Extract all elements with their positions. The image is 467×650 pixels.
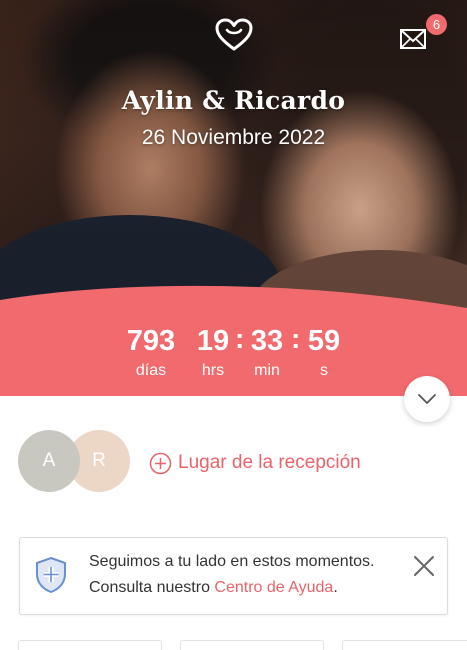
countdown-days-label: días: [135, 362, 167, 379]
countdown-seconds-label: s: [320, 362, 328, 379]
plus-circle-icon: [149, 452, 172, 474]
countdown-minutes: 33: [250, 325, 284, 357]
countdown-days: 793: [126, 325, 176, 357]
countdown-separator: :: [235, 323, 245, 354]
wedding-date: 26 Noviembre 2022: [141, 126, 326, 149]
countdown-hours-label: hrs: [201, 362, 225, 379]
heart-icon[interactable]: [215, 18, 253, 52]
help-message-secondary: Consulta nuestro Centro de Ayuda.: [89, 579, 338, 597]
chevron-down-icon: [418, 394, 436, 404]
close-icon: [414, 556, 434, 576]
notification-badge: 6: [426, 14, 447, 35]
close-button[interactable]: [413, 555, 435, 577]
expand-button[interactable]: [404, 376, 450, 422]
countdown-minutes-label: min: [254, 362, 280, 379]
add-venue-label: Lugar de la recepción: [178, 452, 361, 473]
help-card: Seguimos a tu lado en estos momentos. Co…: [19, 537, 448, 615]
help-prefix: Consulta nuestro: [89, 579, 215, 596]
countdown-seconds: 59: [307, 325, 341, 357]
countdown-bar: 793 días 19 hrs : 33 min : 59 s: [0, 312, 467, 396]
card-stub[interactable]: [342, 640, 467, 650]
shield-plus-icon: [36, 556, 66, 594]
couple-name: Aylin & Ricardo: [121, 86, 346, 115]
help-center-link[interactable]: Centro de Ayuda: [214, 579, 333, 596]
countdown-hours: 19: [196, 325, 230, 357]
help-suffix: .: [333, 579, 338, 596]
card-stub[interactable]: [180, 640, 324, 650]
card-stub[interactable]: [18, 640, 162, 650]
add-venue-link[interactable]: Lugar de la recepción: [149, 450, 361, 476]
countdown-separator: :: [291, 323, 301, 354]
help-message: Seguimos a tu lado en estos momentos.: [89, 553, 375, 570]
avatar[interactable]: A: [18, 430, 80, 492]
